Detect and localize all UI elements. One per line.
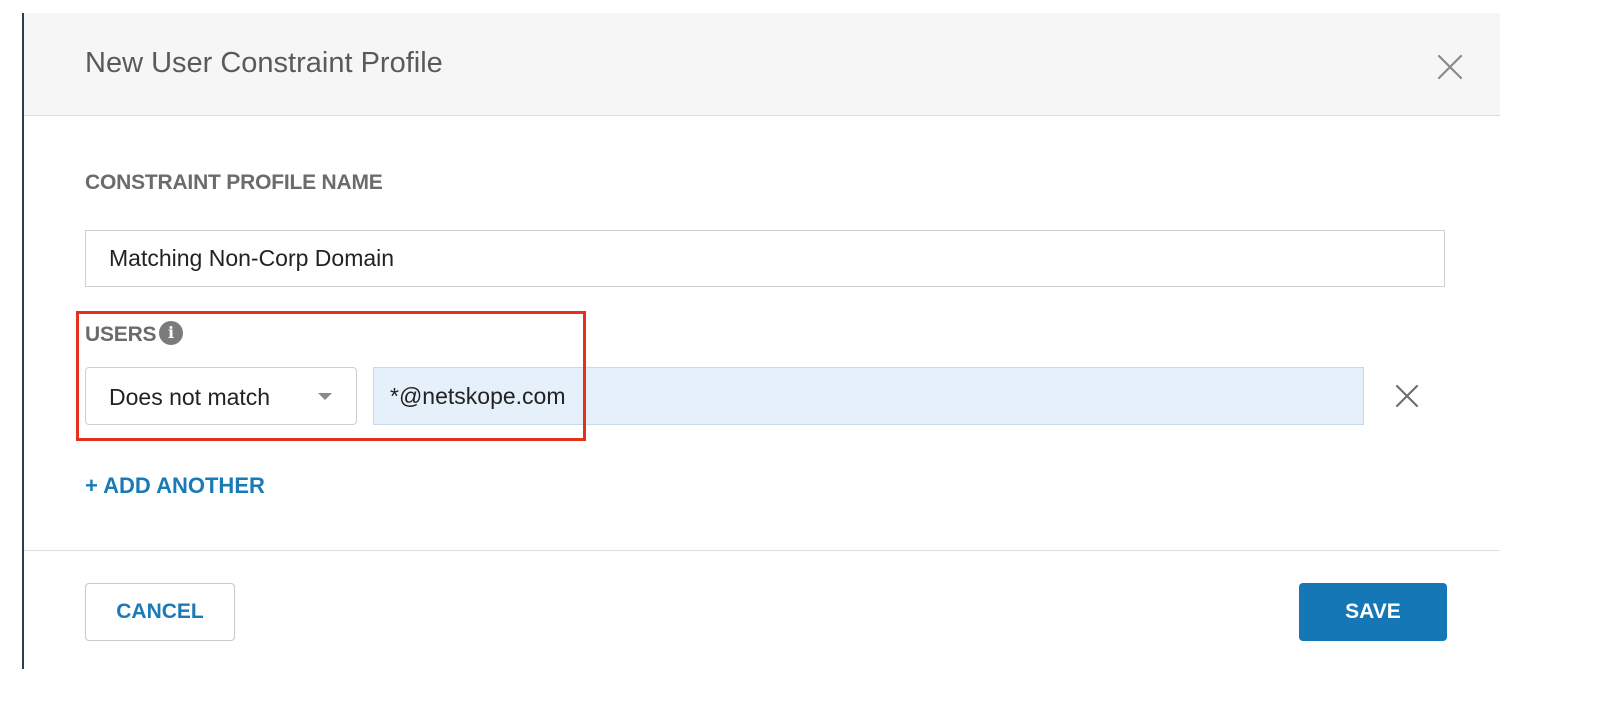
match-operator-select[interactable]: Does not match [85,367,357,425]
profile-name-input[interactable] [85,230,1445,287]
user-pattern-input[interactable] [373,367,1364,425]
info-icon[interactable]: i [159,321,183,345]
users-label: USERS [85,323,157,346]
page: New User Constraint Profile CONSTRAINT P… [0,0,1600,714]
chevron-down-icon [318,393,332,400]
match-operator-value: Does not match [109,384,271,410]
add-another-link[interactable]: + ADD ANOTHER [85,473,265,499]
dialog-header: New User Constraint Profile [24,13,1500,116]
constraint-profile-dialog: New User Constraint Profile CONSTRAINT P… [24,13,1500,669]
dialog-title: New User Constraint Profile [85,47,443,79]
cancel-button[interactable]: CANCEL [85,583,235,641]
profile-name-label: CONSTRAINT PROFILE NAME [85,171,383,194]
close-icon[interactable] [1436,53,1464,81]
remove-row-icon[interactable] [1394,383,1420,409]
save-button[interactable]: SAVE [1299,583,1447,641]
footer-divider [24,550,1500,551]
